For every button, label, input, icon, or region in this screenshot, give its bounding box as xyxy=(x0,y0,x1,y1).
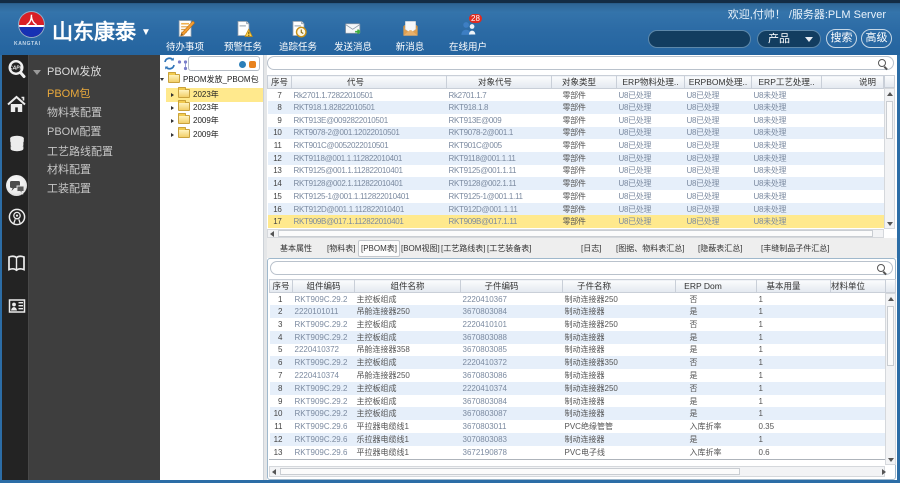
svg-text:CAPP: CAPP xyxy=(9,66,24,72)
